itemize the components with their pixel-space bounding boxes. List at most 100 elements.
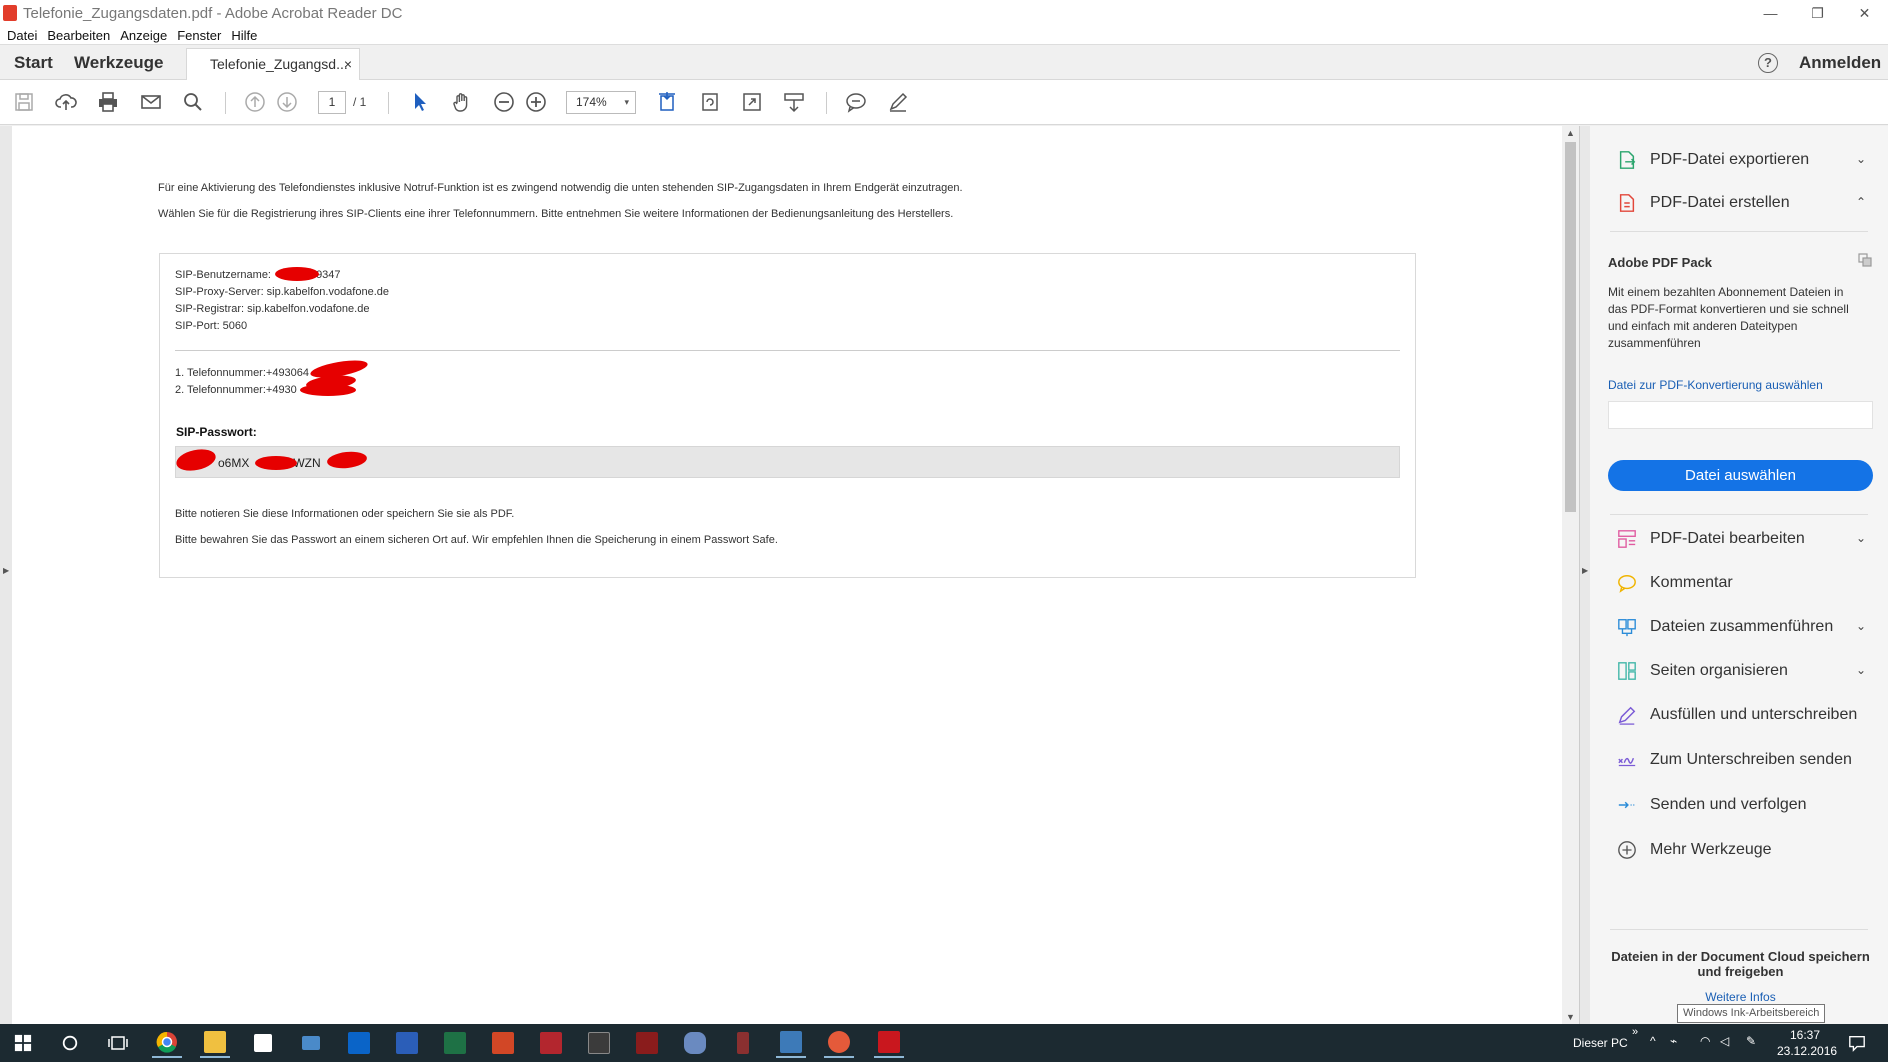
wifi-icon[interactable]: ◠ [1700, 1034, 1710, 1048]
tool-export-pdf[interactable]: PDF-Datei exportieren ⌄ [1616, 147, 1866, 173]
tab-werkzeuge[interactable]: Werkzeuge [74, 53, 163, 73]
help-icon[interactable]: ? [1758, 53, 1778, 73]
drive-app-icon[interactable] [680, 1028, 710, 1058]
vertical-scrollbar[interactable]: ▲ ▼ [1562, 126, 1579, 1024]
excel-icon[interactable] [440, 1028, 470, 1058]
scroll-up-icon[interactable]: ▲ [1566, 128, 1575, 138]
expand-left-pane-icon[interactable]: ▶ [3, 566, 9, 575]
scroll-mode-icon[interactable] [782, 90, 806, 114]
minimize-button[interactable]: — [1747, 0, 1794, 26]
file-select-field[interactable] [1608, 401, 1873, 429]
network-app-icon[interactable] [296, 1028, 326, 1058]
document-viewer[interactable]: ▶ Für eine Aktivierung des Telefondienst… [0, 126, 1590, 1024]
tool-send-track[interactable]: Senden und verfolgen [1616, 792, 1866, 818]
chevron-down-icon[interactable]: ⌄ [1856, 663, 1866, 677]
highlight-pen-icon[interactable] [886, 90, 910, 114]
tool-more-tools[interactable]: Mehr Werkzeuge [1616, 837, 1866, 863]
tray-expand-icon[interactable]: ^ [1650, 1034, 1656, 1048]
next-page-icon[interactable] [275, 90, 299, 114]
full-screen-icon[interactable] [740, 90, 764, 114]
save-icon[interactable] [12, 90, 36, 114]
task-view-icon[interactable] [103, 1028, 133, 1058]
cortana-search-icon[interactable] [55, 1028, 85, 1058]
tool-fill-sign-label: Ausfüllen und unterschreiben [1650, 706, 1858, 723]
previous-page-icon[interactable] [243, 90, 267, 114]
tool-create-pdf[interactable]: PDF-Datei erstellen ⌃ [1616, 190, 1866, 216]
restore-button[interactable]: ❐ [1794, 0, 1841, 26]
acrobat-taskbar-icon[interactable] [874, 1028, 904, 1058]
select-file-button[interactable]: Datei auswählen [1608, 460, 1873, 491]
more-info-link[interactable]: Weitere Infos [1608, 990, 1873, 1004]
select-cursor-icon[interactable] [408, 90, 432, 114]
menu-datei[interactable]: Datei [7, 28, 37, 43]
tool-export-pdf-label: PDF-Datei exportieren [1650, 151, 1810, 168]
cpu-z-icon[interactable] [536, 1028, 566, 1058]
file-explorer-icon[interactable] [200, 1028, 230, 1058]
collapse-right-pane-icon[interactable]: ▶ [1582, 566, 1588, 575]
navigation-pane-strip[interactable]: ▶ [0, 126, 12, 1024]
game-app-icon[interactable] [632, 1028, 662, 1058]
hand-tool-icon[interactable] [450, 90, 474, 114]
rotate-page-icon[interactable] [698, 90, 722, 114]
chevron-down-icon[interactable]: ⌄ [1856, 531, 1866, 545]
scrollbar-thumb[interactable] [1565, 142, 1576, 512]
media-app-icon[interactable] [824, 1028, 854, 1058]
scroll-down-icon[interactable]: ▼ [1566, 1012, 1575, 1022]
cloud-upload-icon[interactable] [54, 90, 78, 114]
clock-date[interactable]: 23.12.2016 [1777, 1044, 1837, 1058]
email-icon[interactable] [139, 90, 163, 114]
menu-hilfe[interactable]: Hilfe [231, 28, 257, 43]
tool-send-for-signature[interactable]: Zum Unterschreiben senden [1616, 747, 1866, 773]
zoom-out-icon[interactable] [492, 90, 516, 114]
tab-start[interactable]: Start [14, 53, 53, 73]
remote-desktop-icon[interactable] [776, 1028, 806, 1058]
redaction-mark [255, 456, 297, 470]
disk-utility-icon[interactable] [584, 1028, 614, 1058]
print-icon[interactable] [96, 90, 120, 114]
zoom-in-icon[interactable] [524, 90, 548, 114]
clock-time[interactable]: 16:37 [1790, 1028, 1820, 1042]
windows-start-icon[interactable] [8, 1028, 38, 1058]
tool-edit-pdf[interactable]: PDF-Datei bearbeiten ⌄ [1616, 526, 1866, 552]
zoom-level-dropdown[interactable]: 174% ▾ [566, 91, 636, 114]
notifications-icon[interactable] [1842, 1028, 1872, 1058]
ink-workspace-icon[interactable]: ✎ [1746, 1034, 1756, 1048]
select-file-link[interactable]: Datei zur PDF-Konvertierung auswählen [1608, 378, 1823, 392]
tool-fill-sign[interactable]: Ausfüllen und unterschreiben [1616, 702, 1866, 728]
add-circle-icon [1616, 839, 1638, 861]
store-icon[interactable] [248, 1028, 278, 1058]
chevron-down-icon[interactable]: ⌄ [1856, 152, 1866, 166]
copy-icon[interactable] [1858, 253, 1872, 267]
divider [175, 350, 1400, 351]
word-icon[interactable] [392, 1028, 422, 1058]
this-pc-label[interactable]: Dieser PC [1573, 1036, 1628, 1050]
menu-fenster[interactable]: Fenster [177, 28, 221, 43]
tool-combine-files[interactable]: Dateien zusammenführen ⌄ [1616, 614, 1866, 640]
tool-comment[interactable]: Kommentar [1616, 570, 1866, 596]
powerpoint-icon[interactable] [488, 1028, 518, 1058]
tool-create-pdf-label: PDF-Datei erstellen [1650, 194, 1790, 211]
page-number-input[interactable]: 1 [318, 91, 346, 114]
toolbar-chevron-icon[interactable]: » [1632, 1026, 1638, 1038]
menu-anzeige[interactable]: Anzeige [120, 28, 167, 43]
search-icon[interactable] [181, 90, 205, 114]
chrome-app-icon[interactable] [152, 1028, 182, 1058]
fit-page-icon[interactable] [655, 90, 679, 114]
network-tray-icon[interactable]: ⌁ [1670, 1034, 1677, 1048]
chevron-up-icon[interactable]: ⌃ [1856, 195, 1866, 209]
tool-app-icon[interactable] [728, 1028, 758, 1058]
sip-registrar: SIP-Registrar: sip.kabelfon.vodafone.de [175, 303, 370, 315]
signin-button[interactable]: Anmelden [1799, 53, 1881, 73]
phone-number-1: 1. Telefonnummer:+493064 [175, 367, 310, 379]
right-pane-splitter[interactable]: ▶ [1579, 126, 1590, 1024]
close-window-button[interactable]: ✕ [1841, 0, 1888, 26]
volume-icon[interactable]: ◁ [1720, 1034, 1729, 1048]
tool-organize-pages[interactable]: Seiten organisieren ⌄ [1616, 658, 1866, 684]
redaction-mark [275, 267, 319, 281]
outlook-icon[interactable] [344, 1028, 374, 1058]
tab-document[interactable]: Telefonie_Zugangsd... × [186, 48, 360, 81]
menu-bearbeiten[interactable]: Bearbeiten [47, 28, 110, 43]
close-tab-icon[interactable]: × [344, 56, 352, 72]
comment-icon[interactable] [844, 90, 868, 114]
chevron-down-icon[interactable]: ⌄ [1856, 619, 1866, 633]
